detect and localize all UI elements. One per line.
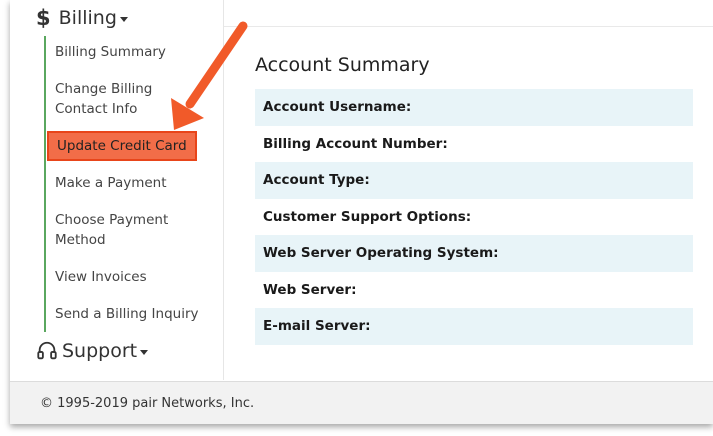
top-bar bbox=[224, 0, 713, 27]
nav-change-billing-line1: Change Billing bbox=[55, 81, 153, 97]
table-row: Customer Support Options: bbox=[255, 199, 693, 236]
nav-view-invoices[interactable]: View Invoices bbox=[55, 267, 147, 287]
row-label: Customer Support Options: bbox=[263, 208, 472, 225]
caret-down-icon bbox=[140, 349, 149, 355]
support-label: Support bbox=[62, 340, 138, 362]
row-label: Account Username: bbox=[263, 99, 412, 116]
nav-change-billing-contact[interactable]: Change Billing Contact Info bbox=[55, 79, 152, 119]
nav-choose-payment-line2: Method bbox=[55, 232, 106, 248]
app-window: $ Billing Billing Summary Change Billing… bbox=[10, 0, 713, 424]
account-summary-table: Account Username: Billing Account Number… bbox=[255, 89, 693, 345]
row-label: E-mail Server: bbox=[263, 318, 371, 335]
caret-down-icon bbox=[119, 16, 128, 22]
nav-update-credit-card[interactable]: Update Credit Card bbox=[47, 131, 197, 161]
page-title: Account Summary bbox=[255, 54, 430, 76]
table-row: Billing Account Number: bbox=[255, 126, 693, 163]
row-label: Web Server: bbox=[263, 281, 357, 298]
table-row: E-mail Server: bbox=[255, 308, 693, 345]
dollar-icon: $ bbox=[36, 6, 51, 30]
support-menu-toggle[interactable]: Support bbox=[36, 340, 149, 362]
nav-make-payment[interactable]: Make a Payment bbox=[55, 173, 167, 193]
row-label: Web Server Operating System: bbox=[263, 245, 499, 262]
nav-choose-payment-method[interactable]: Choose Payment Method bbox=[55, 210, 168, 250]
table-row: Web Server Operating System: bbox=[255, 235, 693, 272]
row-label: Account Type: bbox=[263, 172, 370, 189]
sidebar: $ Billing Billing Summary Change Billing… bbox=[10, 0, 224, 380]
table-row: Account Username: bbox=[255, 89, 693, 126]
footer: © 1995-2019 pair Networks, Inc. bbox=[10, 381, 713, 424]
nav-send-billing-inquiry[interactable]: Send a Billing Inquiry bbox=[55, 304, 199, 324]
nav-change-billing-line2: Contact Info bbox=[55, 101, 138, 117]
billing-label: Billing bbox=[58, 7, 117, 29]
headset-icon bbox=[37, 341, 57, 360]
nav-choose-payment-line1: Choose Payment bbox=[55, 212, 169, 228]
row-label: Billing Account Number: bbox=[263, 135, 448, 152]
billing-nav: Billing Summary Change Billing Contact I… bbox=[44, 36, 216, 332]
nav-billing-summary[interactable]: Billing Summary bbox=[55, 42, 166, 62]
table-row: Account Type: bbox=[255, 162, 693, 199]
copyright-text: © 1995-2019 pair Networks, Inc. bbox=[40, 396, 255, 411]
table-row: Web Server: bbox=[255, 272, 693, 309]
billing-menu-toggle[interactable]: $ Billing bbox=[36, 6, 128, 30]
